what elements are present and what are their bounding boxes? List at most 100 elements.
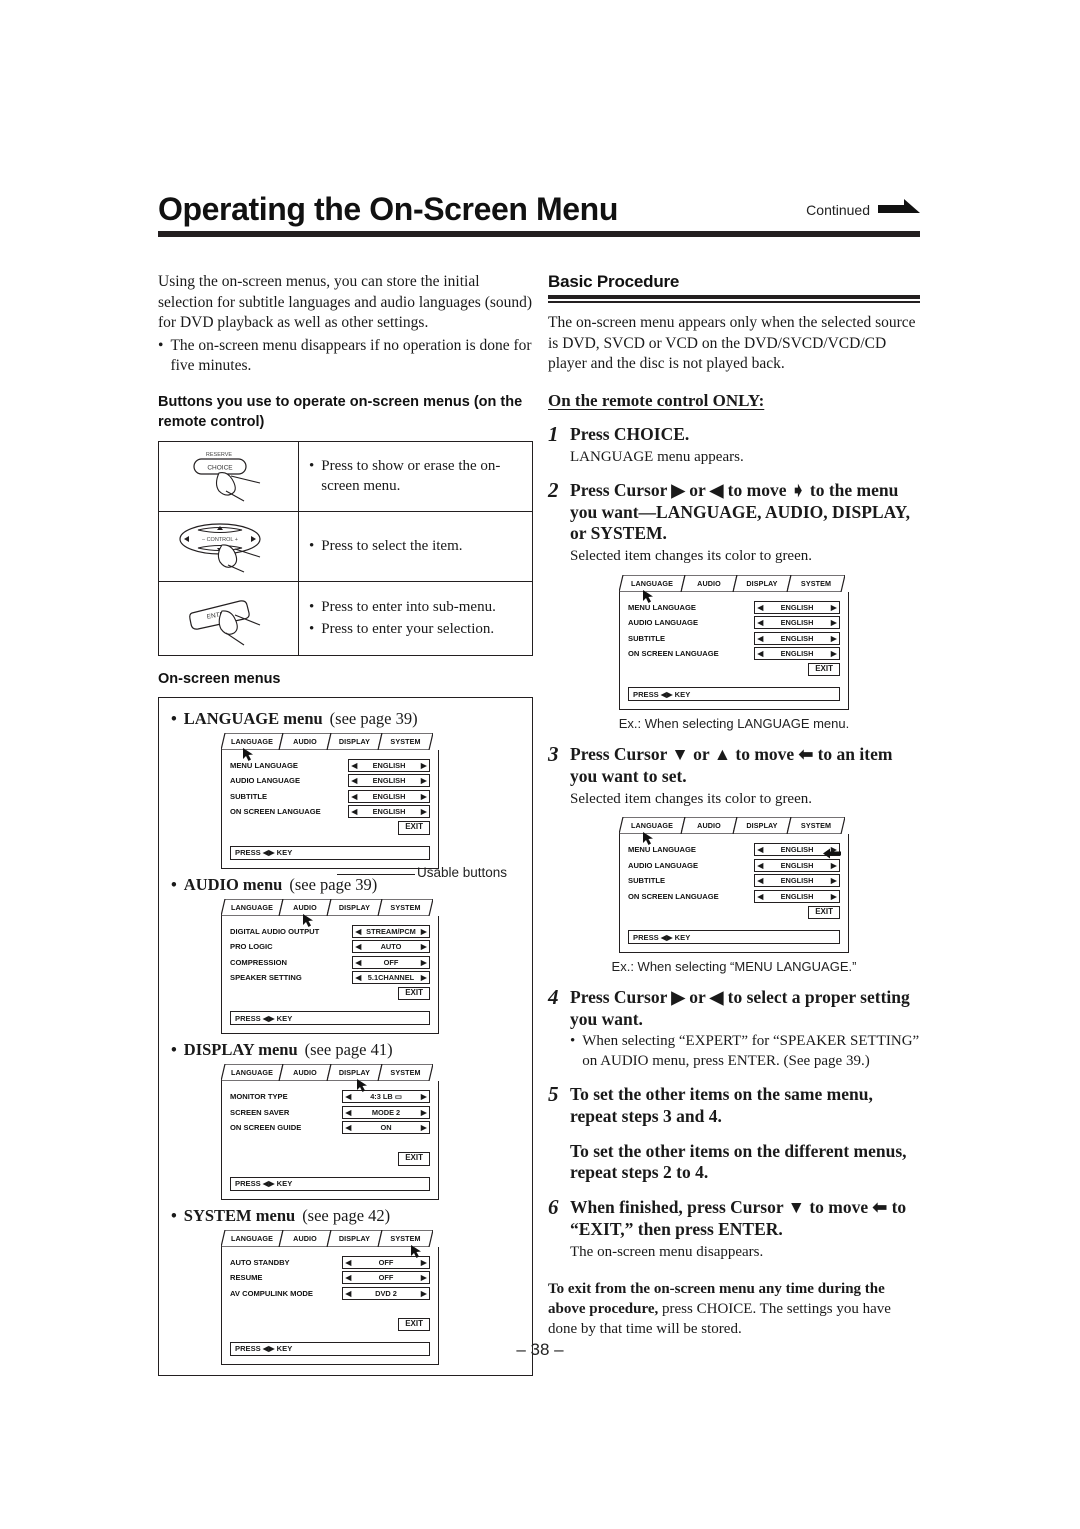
right-arrow-icon[interactable]: ▶: [421, 792, 427, 801]
remote-choice-description: • Press to show or erase the on-screen m…: [298, 441, 533, 513]
right-arrow-icon[interactable]: ▶: [831, 634, 837, 643]
tab-system[interactable]: SYSTEM: [378, 1229, 433, 1247]
step-title: Press Cursor ▼ or ▲ to move ⬅ to an item…: [570, 744, 893, 787]
intro-paragraph: Using the on-screen menus, you can store…: [158, 272, 533, 377]
right-arrow-icon[interactable]: ▶: [421, 973, 427, 982]
svg-text:RESERVE: RESERVE: [205, 452, 232, 458]
tab-language[interactable]: LANGUAGE: [221, 898, 283, 916]
tab-audio[interactable]: AUDIO: [681, 574, 737, 592]
row-value-stepper[interactable]: ◀ DVD 2 ▶: [342, 1286, 430, 1300]
row-value-stepper[interactable]: ◀ ON ▶: [342, 1121, 430, 1135]
osd-rows: MENU LANGUAGE ◀ ENGLISH ▶ AUDIO LANGUAGE: [230, 758, 430, 819]
osd-row: ON SCREEN LANGUAGE ◀ ENGLISH ▶: [628, 889, 840, 903]
right-arrow-icon[interactable]: ▶: [421, 1289, 427, 1298]
tab-system[interactable]: SYSTEM: [378, 1064, 433, 1082]
right-arrow-icon[interactable]: ▶: [831, 618, 837, 627]
bullet-dot: •: [158, 336, 164, 354]
osd-exit-row: EXIT: [230, 1317, 430, 1331]
left-column: Using the on-screen menus, you can store…: [158, 272, 533, 1376]
row-value-stepper[interactable]: ◀ ENGLISH ▶: [348, 789, 430, 803]
exit-button[interactable]: EXIT: [398, 1317, 430, 1331]
right-arrow-icon[interactable]: ▶: [421, 1108, 427, 1117]
right-arrow-icon[interactable]: ▶: [421, 942, 427, 951]
remote-cursor-pad-icon: – CONTROL +: [178, 523, 261, 573]
row-value-stepper[interactable]: ◀ ENGLISH ▶: [754, 600, 840, 614]
svg-text:CHOICE: CHOICE: [207, 465, 233, 472]
row-value-stepper[interactable]: ◀ STREAM/PCM ▶: [352, 924, 430, 938]
tab-audio[interactable]: AUDIO: [279, 1229, 331, 1247]
tab-system[interactable]: SYSTEM: [378, 898, 433, 916]
exit-button[interactable]: EXIT: [398, 987, 430, 1001]
tab-audio[interactable]: AUDIO: [279, 732, 331, 750]
right-arrow-icon[interactable]: ▶: [421, 1123, 427, 1132]
row-value-stepper[interactable]: ◀ AUTO ▶: [352, 940, 430, 954]
tab-display[interactable]: DISPLAY: [733, 574, 791, 592]
right-arrow-icon[interactable]: ▶: [831, 876, 837, 885]
tab-audio[interactable]: AUDIO: [681, 817, 737, 835]
row-value-stepper[interactable]: ◀ 5.1CHANNEL ▶: [352, 971, 430, 985]
tab-system[interactable]: SYSTEM: [787, 574, 845, 592]
caption-bold: DISPLAY menu: [183, 1040, 298, 1060]
right-arrow-icon[interactable]: ▶: [421, 776, 427, 785]
exit-button[interactable]: EXIT: [808, 905, 840, 920]
osd-rows: MONITOR TYPE ◀ 4:3 LB ▭ ▶ SCREEN SAVER ◀: [230, 1090, 430, 1135]
right-arrow-icon[interactable]: ▶: [421, 927, 427, 936]
tab-language[interactable]: LANGUAGE: [221, 1229, 283, 1247]
tab-display[interactable]: DISPLAY: [327, 732, 382, 750]
right-arrow-icon[interactable]: ▶: [831, 861, 837, 870]
step-title: Press Cursor ▶ or ◀ to select a proper s…: [570, 987, 910, 1029]
caption-bold: SYSTEM menu: [183, 1205, 296, 1225]
bullet-dot: •: [570, 1033, 576, 1050]
exit-button[interactable]: EXIT: [398, 821, 430, 835]
section-heading-rule: [548, 295, 920, 303]
right-arrow-icon[interactable]: ▶: [831, 892, 837, 901]
left-arrow-marker-icon: [823, 848, 841, 859]
row-value: ON: [380, 1123, 392, 1133]
manual-page: Operating the On-Screen Menu Continued U…: [0, 0, 1080, 1529]
tab-display[interactable]: DISPLAY: [327, 898, 382, 916]
row-label: ON SCREEN GUIDE: [230, 1123, 302, 1133]
row-value-stepper[interactable]: ◀ ENGLISH ▶: [754, 616, 840, 630]
row-value: ENGLISH: [780, 602, 814, 612]
right-arrow-icon[interactable]: ▶: [421, 1258, 427, 1267]
row-value-stepper[interactable]: ◀ OFF ▶: [342, 1271, 430, 1285]
row-value-stepper[interactable]: ◀ ENGLISH ▶: [348, 774, 430, 788]
row-value-stepper[interactable]: ◀ 4:3 LB ▭ ▶: [342, 1090, 430, 1104]
right-arrow-icon[interactable]: ▶: [831, 603, 837, 612]
row-value: ENGLISH: [780, 618, 814, 628]
tab-system[interactable]: SYSTEM: [378, 732, 433, 750]
right-arrow-icon[interactable]: ▶: [421, 807, 427, 816]
row-value-stepper[interactable]: ◀ ENGLISH ▶: [754, 889, 840, 903]
tab-display[interactable]: DISPLAY: [327, 1064, 382, 1082]
right-arrow-icon[interactable]: ▶: [421, 958, 427, 967]
row-value-stepper[interactable]: ◀ ENGLISH ▶: [754, 647, 840, 661]
right-arrow-icon[interactable]: ▶: [421, 1092, 427, 1101]
exit-button[interactable]: EXIT: [398, 1152, 430, 1166]
row-value-stepper[interactable]: ◀ OFF ▶: [352, 955, 430, 969]
table-row: – CONTROL + • Press to select the item.: [158, 511, 533, 583]
row-value-stepper[interactable]: ◀ ENGLISH ▶: [754, 858, 840, 872]
exit-button[interactable]: EXIT: [808, 663, 840, 677]
osd-menus-heading: On-screen menus: [158, 671, 281, 688]
step-note: When selecting “EXPERT” for “SPEAKER SET…: [582, 1033, 920, 1069]
row-value-stepper[interactable]: ◀ ENGLISH ▶: [754, 874, 840, 888]
tab-label: SYSTEM: [390, 902, 421, 912]
row-value-stepper[interactable]: ◀ ENGLISH ▶: [754, 631, 840, 645]
step-note: Selected item changes its color to green…: [570, 548, 812, 565]
right-arrow-icon[interactable]: ▶: [421, 1273, 427, 1282]
row-value-stepper[interactable]: ◀ ENGLISH ▶: [348, 758, 430, 772]
right-arrow-icon[interactable]: ▶: [831, 649, 837, 658]
right-arrow-icon[interactable]: ▶: [421, 761, 427, 770]
step-note-wrap: • When selecting “EXPERT” for “SPEAKER S…: [570, 1032, 920, 1071]
tab-language[interactable]: LANGUAGE: [221, 1064, 283, 1082]
osd-press-row: PRESS ◀▶ KEY: [230, 1176, 430, 1191]
tab-display[interactable]: DISPLAY: [733, 817, 791, 835]
caption-page-ref: (see page 39): [289, 874, 378, 894]
row-value-stepper[interactable]: ◀ ENGLISH ▶: [348, 805, 430, 819]
tab-display[interactable]: DISPLAY: [327, 1229, 382, 1247]
tab-audio[interactable]: AUDIO: [279, 1064, 331, 1082]
cursor-pointer-icon: [643, 832, 653, 846]
tab-system[interactable]: SYSTEM: [787, 817, 845, 835]
row-label: ON SCREEN LANGUAGE: [230, 807, 321, 817]
row-value-stepper[interactable]: ◀ MODE 2 ▶: [342, 1105, 430, 1119]
